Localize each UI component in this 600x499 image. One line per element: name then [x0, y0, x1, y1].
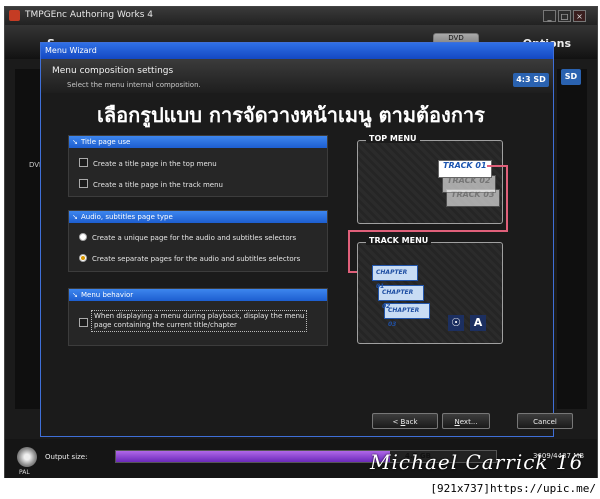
app-logo-icon: [9, 10, 20, 21]
title-page-use-panel: ↘ Title page use Create a title page in …: [68, 135, 328, 197]
subtitle-a-icon: A: [470, 315, 486, 331]
unique-page-label: Create a unique page for the audio and s…: [92, 234, 297, 242]
current-chapter-label-line1: When displaying a menu during playback, …: [94, 312, 305, 320]
app-title: TMPGEnc Authoring Works 4: [25, 10, 154, 20]
maximize-button[interactable]: □: [558, 10, 571, 22]
title-page-use-title: Title page use: [81, 138, 131, 146]
link-line-left: [348, 230, 508, 232]
dialog-header: Menu composition settings Select the men…: [41, 59, 553, 93]
menu-wizard-dialog: Menu Wizard Menu composition settings Se…: [40, 42, 573, 437]
separate-pages-radio[interactable]: [79, 254, 87, 262]
chapter-card-2: CHAPTER 02: [378, 285, 424, 310]
current-chapter-checkbox[interactable]: [79, 318, 88, 327]
unique-page-radio[interactable]: [79, 233, 87, 241]
separate-pages-label: Create separate pages for the audio and …: [92, 255, 301, 263]
section-arrow-icon: ↘: [72, 138, 78, 146]
dialog-title-bar: Menu Wizard: [41, 43, 553, 59]
disc-type-label: PAL: [19, 469, 30, 476]
audio-subtitles-header: ↘ Audio, subtitles page type: [69, 211, 327, 223]
top-menu-title-checkbox[interactable]: [79, 158, 88, 167]
output-size-bar-fill: [116, 451, 390, 462]
thai-heading: เลือกรูปแบบ การจัดวางหน้าเมนู ตามต้องการ: [97, 103, 485, 127]
section-arrow-icon: ↘: [72, 213, 78, 221]
disc-icon: [17, 447, 37, 467]
link-line-right: [487, 165, 507, 167]
link-line-down: [506, 165, 508, 231]
track-menu-preview: TRACK MENU CHAPTER 03 CHAPTER 02 CHAPTER…: [357, 236, 503, 344]
header-title: Menu composition settings: [52, 66, 174, 76]
separate-pages-option[interactable]: Create separate pages for the audio and …: [79, 254, 300, 263]
track-menu-title-label: Create a title page in the track menu: [93, 181, 223, 189]
headphones-icon: ☉: [448, 315, 464, 331]
menu-behavior-header: ↘ Menu behavior: [69, 289, 327, 301]
track-card-1: TRACK 01: [438, 160, 492, 178]
header-subtitle: Select the menu internal composition.: [67, 81, 201, 89]
signature-watermark: Michael Carrick 16: [370, 450, 584, 474]
aspect-badge: 4:3 SD: [513, 73, 549, 87]
track-menu-title-option[interactable]: Create a title page in the track menu: [79, 179, 223, 189]
footer-url: [921x737]https://upic.me/: [430, 482, 596, 495]
next-button[interactable]: Next...: [442, 413, 490, 429]
top-menu-title-option[interactable]: Create a title page in the top menu: [79, 158, 217, 168]
section-arrow-icon: ↘: [72, 291, 78, 299]
current-chapter-label-line2: page containing the current title/chapte…: [94, 321, 237, 329]
link-line-drop: [348, 230, 350, 272]
title-page-use-header: ↘ Title page use: [69, 136, 327, 148]
right-panel: [557, 69, 587, 409]
track-menu-preview-label: TRACK MENU: [366, 236, 432, 245]
top-menu-preview: TOP MENU TRACK 03 TRACK 02 TRACK 01: [357, 134, 503, 224]
top-menu-preview-label: TOP MENU: [366, 134, 420, 143]
next-rest: ext...: [459, 418, 478, 426]
cancel-button[interactable]: Cancel: [517, 413, 573, 429]
track-menu-title-checkbox[interactable]: [79, 179, 88, 188]
close-button[interactable]: ×: [573, 10, 586, 22]
minimize-button[interactable]: _: [543, 10, 556, 22]
chapter-card-3: CHAPTER 03: [384, 303, 430, 328]
left-tree-panel: DVD: [15, 69, 44, 409]
dialog-title: Menu Wizard: [45, 46, 97, 55]
app-title-bar: TMPGEnc Authoring Works 4 _ □ ×: [5, 7, 597, 25]
menu-behavior-title: Menu behavior: [81, 291, 134, 299]
audio-subtitles-title: Audio, subtitles page type: [81, 213, 173, 221]
unique-page-option[interactable]: Create a unique page for the audio and s…: [79, 233, 296, 242]
output-size-label: Output size:: [45, 453, 88, 461]
chapter-card-1: CHAPTER 01: [372, 265, 418, 290]
top-menu-title-label: Create a title page in the top menu: [93, 160, 217, 168]
right-sd-badge: SD: [561, 69, 581, 85]
back-prefix: <: [392, 418, 401, 426]
footer-strip: [921x737]https://upic.me/: [0, 478, 600, 499]
menu-behavior-panel: ↘ Menu behavior When displaying a menu d…: [68, 288, 328, 346]
audio-subtitles-panel: ↘ Audio, subtitles page type Create a un…: [68, 210, 328, 272]
back-button[interactable]: < Back: [372, 413, 438, 429]
back-rest: ack: [405, 418, 418, 426]
current-chapter-option[interactable]: When displaying a menu during playback, …: [91, 310, 308, 332]
